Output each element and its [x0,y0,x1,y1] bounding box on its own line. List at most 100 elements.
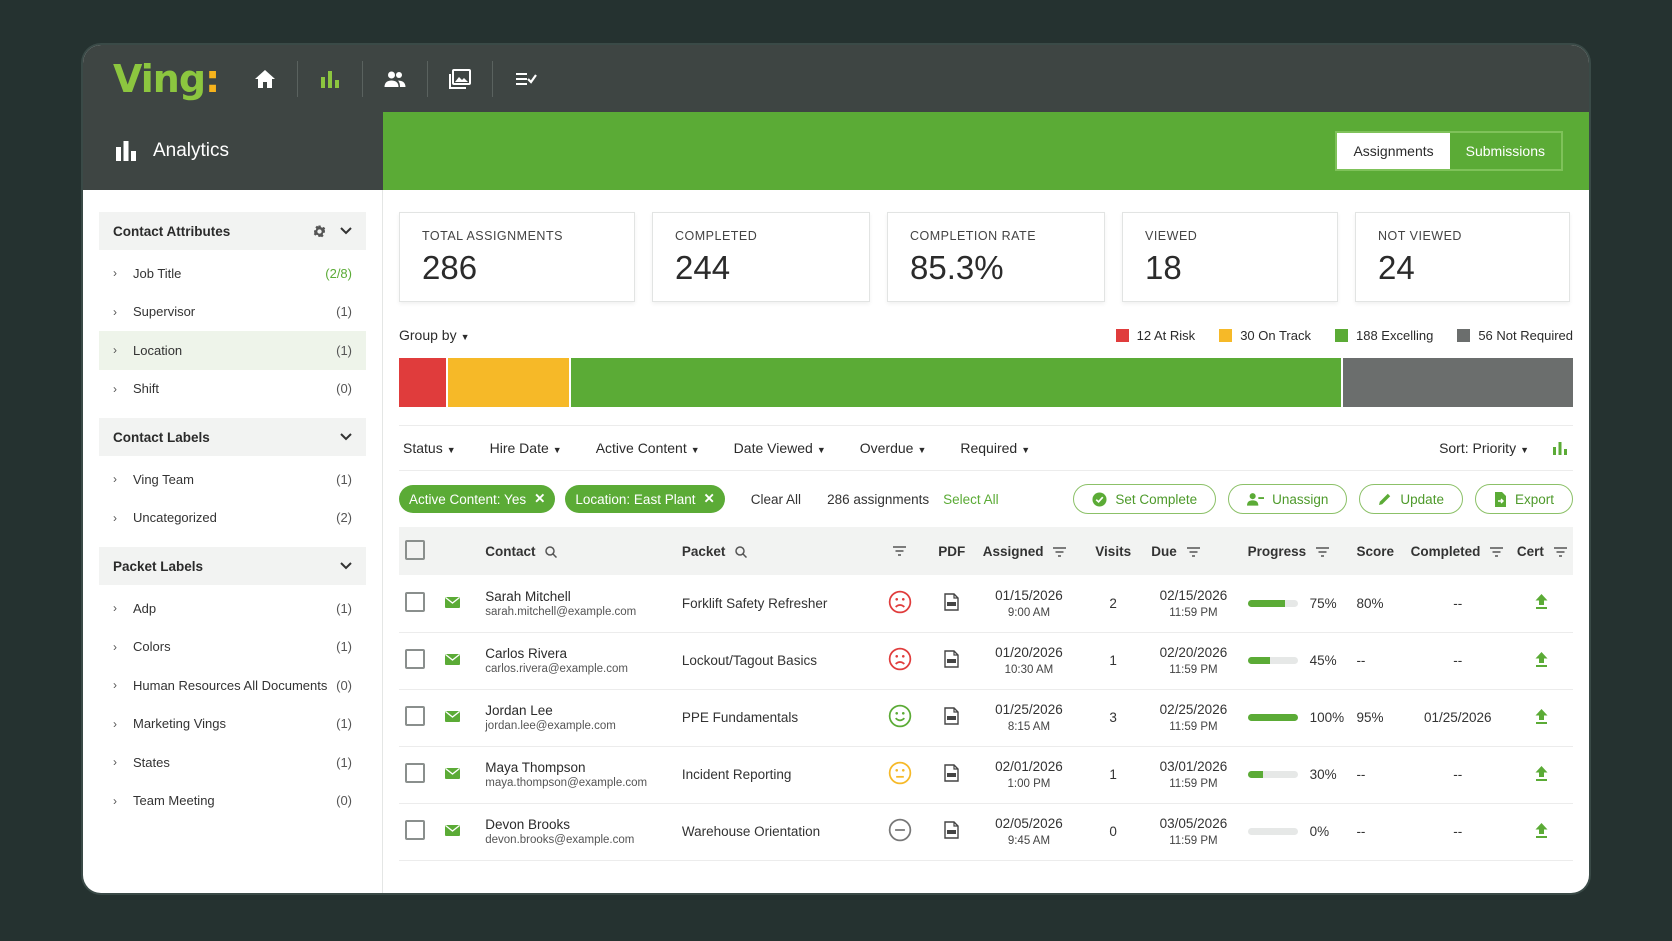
stacked-bar-segment[interactable] [571,358,1344,407]
packet-name[interactable]: Warehouse Orientation [675,803,873,861]
sidebar-item-uncategorized[interactable]: › Uncategorized (2) [99,499,366,538]
filter-icon[interactable] [1053,547,1067,557]
sidebar-item-states[interactable]: › States (1) [99,743,366,782]
upload-cert-icon[interactable] [1535,651,1548,667]
sidebar-item-human-resources[interactable]: › Human Resources All Documents (0) [99,666,366,705]
mail-icon[interactable] [445,653,461,665]
upload-cert-icon[interactable] [1535,822,1548,838]
mail-icon[interactable] [445,596,461,608]
gear-icon[interactable] [313,225,326,238]
search-icon[interactable] [545,546,558,558]
section-packet-labels[interactable]: Packet Labels [99,547,366,585]
table-row[interactable]: Devon Brooks devon.brooks@example.com Ware… [399,803,1573,861]
table-row[interactable]: Carlos Rivera carlos.rivera@example.com Lo… [399,632,1573,690]
unassign-button[interactable]: Unassign [1228,484,1348,514]
row-checkbox[interactable] [405,820,425,840]
sidebar-item-job-title[interactable]: › Job Title (2/8) [99,254,366,293]
update-button[interactable]: Update [1359,484,1463,514]
column-mood-filter[interactable] [872,527,926,575]
clear-all-link[interactable]: Clear All [751,492,801,507]
checklist-icon[interactable] [493,61,558,97]
pdf-icon[interactable] [944,593,959,611]
filter-status[interactable]: Status ▼ [403,440,456,456]
filter-active-content[interactable]: Active Content ▼ [596,440,700,456]
column-completed[interactable]: Completed [1405,527,1511,575]
filter-icon[interactable] [1490,547,1504,557]
row-checkbox[interactable] [405,763,425,783]
close-icon[interactable]: ✕ [534,491,545,507]
column-packet[interactable]: Packet [676,527,873,575]
home-icon[interactable] [233,60,298,97]
sidebar-item-colors[interactable]: › Colors (1) [99,628,366,667]
filter-date-viewed[interactable]: Date Viewed ▼ [734,440,826,456]
upload-cert-icon[interactable] [1535,765,1548,781]
packet-name[interactable]: Forklift Safety Refresher [675,575,873,633]
filter-overdue[interactable]: Overdue ▼ [860,440,927,456]
contact-name[interactable]: Devon Brooks [485,817,670,832]
chevron-down-icon[interactable] [340,227,352,235]
stacked-bar-segment[interactable] [448,358,572,407]
chip-active-content[interactable]: Active Content: Yes ✕ [399,485,556,513]
close-icon[interactable]: ✕ [703,491,714,507]
pdf-icon[interactable] [944,764,959,782]
filter-required[interactable]: Required ▼ [960,440,1030,456]
sidebar-item-marketing-vings[interactable]: › Marketing Vings (1) [99,705,366,744]
people-icon[interactable] [363,60,428,97]
sidebar-item-ving-team[interactable]: › Ving Team (1) [99,460,366,499]
filter-icon[interactable] [893,545,907,556]
row-checkbox[interactable] [405,706,425,726]
row-checkbox[interactable] [405,591,425,612]
section-contact-labels[interactable]: Contact Labels [99,418,366,456]
select-all-link[interactable]: Select All [943,492,999,507]
contact-name[interactable]: Sarah Mitchell [485,589,670,604]
sidebar-item-adp[interactable]: › Adp (1) [99,589,366,628]
chevron-down-icon[interactable] [340,433,352,441]
pdf-icon[interactable] [944,650,959,668]
mail-icon[interactable] [445,767,461,779]
section-contact-attributes[interactable]: Contact Attributes [99,212,366,250]
pdf-icon[interactable] [944,707,959,725]
sort-dropdown[interactable]: Sort: Priority ▼ [1439,440,1529,456]
mail-icon[interactable] [445,710,461,722]
table-row[interactable]: Maya Thompson maya.thompson@example.com In… [399,746,1573,804]
ving-logo[interactable]: Ving: [83,57,220,101]
chip-location[interactable]: Location: East Plant ✕ [565,485,725,513]
bar-chart-icon[interactable] [298,60,363,97]
upload-cert-icon[interactable] [1535,708,1548,724]
mail-icon[interactable] [445,824,461,836]
column-cert[interactable]: Cert [1511,527,1573,575]
column-progress[interactable]: Progress [1242,527,1351,575]
contact-name[interactable]: Jordan Lee [485,703,670,718]
chevron-down-icon[interactable] [340,562,352,570]
stacked-bar-segment[interactable] [399,358,449,407]
bar-chart-icon[interactable] [1553,441,1567,455]
group-by-dropdown[interactable]: Group by ▼ [399,327,470,343]
set-complete-button[interactable]: Set Complete [1073,484,1217,514]
sidebar-item-supervisor[interactable]: › Supervisor (1) [99,293,366,332]
column-due[interactable]: Due [1145,527,1241,575]
table-row[interactable]: Jordan Lee jordan.lee@example.com PPE Fund… [399,689,1573,747]
gallery-icon[interactable] [428,60,493,97]
stacked-bar-segment[interactable] [1343,358,1573,407]
tab-submissions[interactable]: Submissions [1449,133,1561,169]
filter-icon[interactable] [1553,547,1567,557]
table-row[interactable]: Sarah Mitchell sarah.mitchell@example.com… [399,575,1573,633]
packet-name[interactable]: PPE Fundamentals [675,689,873,747]
sidebar-item-location[interactable]: › Location (1) [99,331,366,370]
pdf-icon[interactable] [944,821,959,839]
search-icon[interactable] [735,546,748,558]
column-contact[interactable]: Contact [479,527,676,575]
sidebar-item-shift[interactable]: › Shift (0) [99,370,366,409]
export-button[interactable]: Export [1474,484,1573,514]
contact-name[interactable]: Carlos Rivera [485,646,670,661]
filter-hire-date[interactable]: Hire Date ▼ [490,440,562,456]
upload-cert-icon[interactable] [1535,594,1548,610]
column-assigned[interactable]: Assigned [977,527,1081,575]
filter-icon[interactable] [1186,547,1200,557]
packet-name[interactable]: Lockout/Tagout Basics [675,632,873,690]
sidebar-item-team-meeting[interactable]: › Team Meeting (0) [99,782,366,821]
tab-assignments[interactable]: Assignments [1337,133,1450,169]
contact-name[interactable]: Maya Thompson [485,760,670,775]
filter-icon[interactable] [1315,547,1329,557]
row-checkbox[interactable] [405,649,425,669]
